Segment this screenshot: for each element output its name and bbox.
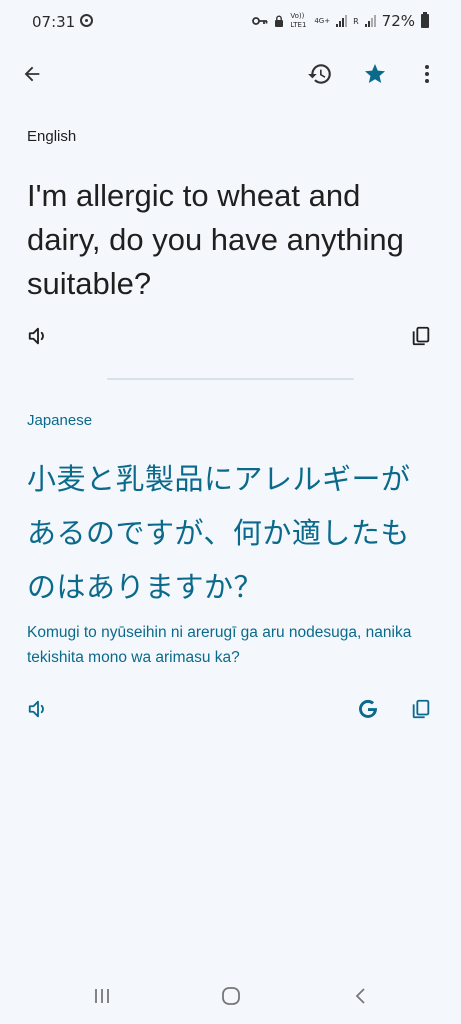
arrow-back-icon [24, 66, 40, 82]
status-icons: Vo)) LTE1 4G+ R 72% [252, 12, 429, 30]
signal-icon-1 [336, 15, 348, 27]
target-language-label: Japanese [27, 412, 93, 429]
key-icon [252, 17, 268, 25]
home-icon [222, 987, 240, 1005]
speaker-icon [28, 327, 44, 345]
target-copy-button[interactable] [401, 689, 441, 729]
section-divider [107, 378, 354, 380]
copy-icon [412, 699, 430, 719]
recents-icon [95, 989, 109, 1003]
roaming-indicator: R [353, 16, 359, 26]
google-search-button[interactable] [348, 689, 388, 729]
translated-text[interactable]: 小麦と乳製品にアレルギーがあるのですが、何か適したものはありますか？ [27, 452, 437, 614]
chevron-left-icon [355, 988, 365, 1004]
copy-icon [412, 326, 430, 346]
status-time: 07:31 [32, 13, 76, 31]
history-button[interactable] [300, 54, 340, 94]
favorite-button[interactable] [355, 54, 395, 94]
battery-icon [421, 12, 429, 28]
source-copy-button[interactable] [401, 316, 441, 356]
more-options-button[interactable] [407, 54, 447, 94]
nav-recents-button[interactable] [82, 976, 122, 1016]
back-button[interactable] [12, 54, 52, 94]
signal-icon-2 [364, 15, 376, 27]
speaker-icon [28, 700, 44, 718]
transliteration-text: Komugi to nyūseihin ni arerugī ga aru no… [27, 624, 412, 666]
star-icon [365, 64, 385, 83]
volte-indicator: Vo)) LTE1 [290, 12, 307, 29]
source-listen-button[interactable] [18, 316, 58, 356]
history-icon [308, 64, 331, 84]
notification-icon [80, 14, 93, 27]
source-language-label: English [27, 128, 77, 145]
lock-icon [275, 15, 284, 27]
google-g-icon [359, 699, 378, 718]
translation-detail-screen: 07:31 Vo)) LTE1 4G+ R 72% English I'm al… [0, 0, 461, 1024]
status-bar: 07:31 Vo)) LTE1 4G+ R 72% [0, 0, 461, 44]
battery-percent: 72% [381, 12, 415, 30]
nav-home-button[interactable] [211, 976, 251, 1016]
4g-indicator: 4G+ [314, 17, 331, 25]
more-vert-icon [425, 65, 429, 83]
target-listen-button[interactable] [18, 689, 58, 729]
source-text[interactable]: I'm allergic to wheat and dairy, do you … [27, 174, 427, 306]
nav-back-button[interactable] [341, 976, 381, 1016]
